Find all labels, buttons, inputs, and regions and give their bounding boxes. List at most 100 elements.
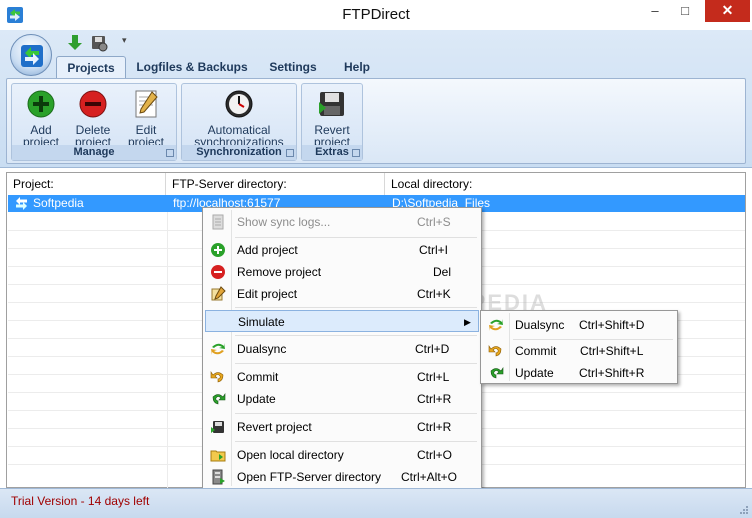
menu-shortcut: Ctrl+Shift+R [579,366,645,380]
menu-label: Open FTP-Server directory [237,470,382,484]
group-synchronization: Automatical synchronizations Synchroniza… [181,83,297,161]
context-menu: Show sync logs... Ctrl+S Add project Ctr… [202,207,482,489]
menu-shortcut: Ctrl+R [417,420,452,434]
floppy-icon [319,92,344,116]
menu-item-commit[interactable]: Commit Ctrl+L [205,366,479,388]
menu-item-update[interactable]: Update Ctrl+R [205,388,479,410]
remove-icon [211,265,225,279]
menu-item-revert-project[interactable]: Revert project Ctrl+R [205,416,479,438]
update-icon [212,393,226,405]
menu-label: Revert project [237,420,312,434]
menu-label: Simulate [238,315,285,329]
extras-launcher-icon[interactable] [352,149,360,157]
menu-shortcut: Del [433,265,452,279]
ribbon-tabs: Projects Logfiles & Backups Settings Hel… [0,56,752,79]
maximize-button[interactable]: □ [670,0,700,22]
menu-label: Commit [515,344,557,358]
menu-label: Dualsync [237,342,287,356]
menu-label: Edit project [237,287,298,301]
project-sync-icon [16,197,27,210]
edit-icon [211,286,226,301]
minimize-button[interactable]: – [640,0,670,22]
revert-project-button[interactable]: Revert project [306,88,358,148]
add-icon [211,243,225,257]
edit-icon [135,90,158,118]
menu-shortcut: Ctrl+D [415,342,450,356]
menu-label: Update [237,392,276,406]
delete-project-button[interactable]: Delete project [68,88,118,148]
automatical-synchronizations-button[interactable]: Automatical synchronizations [186,88,292,148]
qat-customize-icon[interactable]: ▾ [122,35,127,46]
edit-project-button[interactable]: Edit project [120,88,172,148]
menu-item-open-local-directory[interactable]: Open local directory Ctrl+O [205,444,479,466]
menu-item-dualsync[interactable]: Dualsync Ctrl+D [205,338,479,360]
clock-icon [225,90,253,118]
submenu-item-commit[interactable]: Commit Ctrl+Shift+L [483,340,675,362]
menu-item-simulate[interactable]: Simulate ▶ [205,310,479,332]
folder-icon [210,450,226,462]
column-header-project[interactable]: Project: [8,173,166,195]
submenu-arrow-icon: ▶ [464,317,471,327]
menu-label: Dualsync [515,318,565,332]
submenu-item-dualsync[interactable]: Dualsync Ctrl+Shift+D [483,314,675,336]
tab-logfiles-backups[interactable]: Logfiles & Backups [134,56,250,79]
menu-separator [235,307,477,308]
tab-settings[interactable]: Settings [262,56,324,79]
tab-help[interactable]: Help [334,56,380,79]
menu-shortcut: Ctrl+S [417,215,451,229]
menu-label: Update [515,366,554,380]
grid-column-line [167,212,168,488]
menu-separator [235,441,477,442]
menu-item-open-ftp-directory[interactable]: Open FTP-Server directory Ctrl+Alt+O [205,466,479,488]
server-icon [212,469,225,485]
simulate-submenu: Dualsync Ctrl+Shift+D Commit Ctrl+Shift+… [480,310,678,384]
trial-status-text: Trial Version - 14 days left [11,494,150,508]
submenu-item-update[interactable]: Update Ctrl+Shift+R [483,362,675,384]
menu-item-remove-project[interactable]: Remove project Del [205,261,479,283]
menu-label: Add project [237,243,298,257]
menu-separator [235,237,477,238]
menu-shortcut: Ctrl+Shift+D [579,318,645,332]
menu-label: Commit [237,370,279,384]
menu-separator [235,363,477,364]
add-project-button[interactable]: Add project [16,88,66,148]
cell-project: Softpedia [33,196,84,210]
menu-shortcut: Ctrl+Alt+O [401,470,458,484]
revert-icon [211,421,224,433]
menu-shortcut: Ctrl+R [417,392,452,406]
status-bar: Trial Version - 14 days left [0,488,752,518]
menu-item-edit-project[interactable]: Edit project Ctrl+K [205,283,479,305]
group-extras: Revert project Extras [301,83,363,161]
group-manage: Add project Delete project Edit project … [11,83,177,161]
menu-item-add-project[interactable]: Add project Ctrl+I [205,239,479,261]
group-label-manage: Manage [12,145,176,160]
dualsync-icon [489,319,503,331]
manage-launcher-icon[interactable] [166,149,174,157]
update-icon [490,367,504,379]
menu-shortcut: Ctrl+K [417,287,451,301]
column-header-ftp[interactable]: FTP-Server directory: [167,173,385,195]
menu-shortcut: Ctrl+L [417,370,450,384]
save-settings-icon[interactable] [90,34,108,52]
group-label-synchronization: Synchronization [182,145,296,160]
download-icon[interactable] [66,34,84,52]
menu-shortcut: Ctrl+Shift+L [580,344,644,358]
close-button[interactable]: ✕ [705,0,750,22]
dualsync-icon [211,343,225,355]
menu-separator [235,335,477,336]
menu-separator [235,413,477,414]
menu-label: Show sync logs... [237,215,331,229]
ribbon-panel: Add project Delete project Edit project … [6,78,746,164]
tab-projects[interactable]: Projects [56,56,126,79]
synchronization-launcher-icon[interactable] [286,149,294,157]
column-header-local[interactable]: Local directory: [386,173,745,195]
commit-icon [210,371,224,383]
menu-label: Open local directory [237,448,344,462]
menu-label: Remove project [237,265,322,279]
add-icon [27,90,55,118]
menu-shortcut: Ctrl+O [417,448,453,462]
log-icon [212,214,224,230]
menu-item-show-sync-logs[interactable]: Show sync logs... Ctrl+S [205,211,479,233]
ribbon: ▾ Projects Logfiles & Backups Settings H… [0,30,752,168]
resize-grip-icon[interactable] [739,505,749,515]
